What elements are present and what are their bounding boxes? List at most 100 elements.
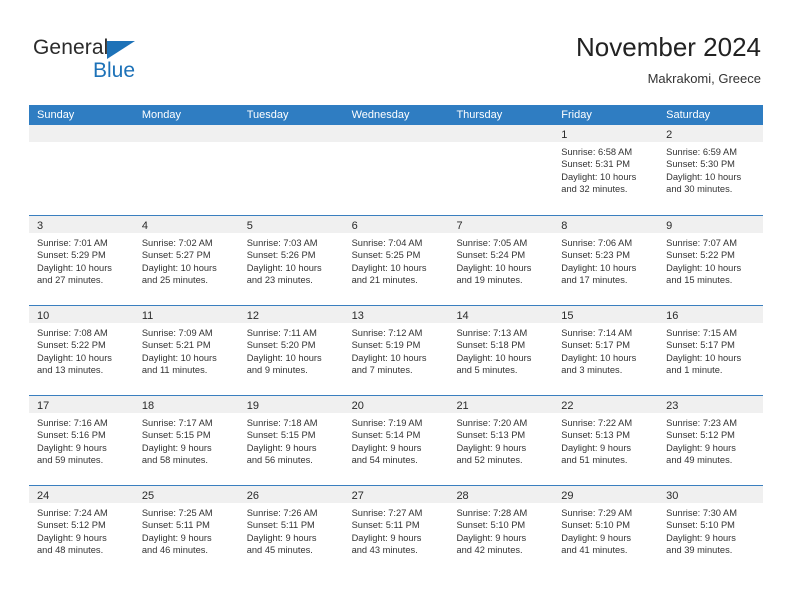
day-details: Sunrise: 7:27 AM Sunset: 5:11 PM Daylight:… xyxy=(344,503,449,556)
day-number-bar: 5 xyxy=(238,216,344,233)
calendar-day-cell-empty xyxy=(29,125,134,215)
day-detail-line: Daylight: 9 hours xyxy=(351,532,422,543)
day-number: 17 xyxy=(37,400,50,412)
day-detail-line: Sunrise: 7:28 AM xyxy=(456,508,528,518)
day-number: 28 xyxy=(456,490,469,502)
calendar-day-cell[interactable]: 20 Sunrise: 7:19 AM Sunset: 5:14 PM Dayligh… xyxy=(343,396,449,485)
calendar-day-cell[interactable]: 28 Sunrise: 7:28 AM Sunset: 5:10 PM Dayligh… xyxy=(448,486,554,575)
day-number-bar: 3 xyxy=(29,216,134,233)
day-detail-line: Daylight: 10 hours xyxy=(351,262,427,273)
calendar-day-cell[interactable]: 27 Sunrise: 7:27 AM Sunset: 5:11 PM Dayligh… xyxy=(343,486,449,575)
calendar-day-cell[interactable]: 23 Sunrise: 7:23 AM Sunset: 5:12 PM Dayligh… xyxy=(658,396,764,485)
day-detail-line: and 1 minute. xyxy=(666,364,723,375)
day-detail-line: Daylight: 9 hours xyxy=(456,532,527,543)
day-detail-line: Sunset: 5:17 PM xyxy=(561,340,631,351)
day-detail-line: Sunrise: 7:04 AM xyxy=(351,238,423,248)
day-detail-line: and 51 minutes. xyxy=(561,454,628,465)
day-detail-line: and 27 minutes. xyxy=(37,274,104,285)
day-detail-line: Sunrise: 7:12 AM xyxy=(351,328,423,338)
day-number: 21 xyxy=(456,400,469,412)
day-detail-line: Sunrise: 7:11 AM xyxy=(246,328,317,338)
calendar-day-cell[interactable]: 19 Sunrise: 7:18 AM Sunset: 5:15 PM Dayligh… xyxy=(238,396,344,485)
day-detail-line: Daylight: 10 hours xyxy=(246,352,322,363)
day-detail-line: Daylight: 9 hours xyxy=(37,442,107,453)
day-detail-line: and 49 minutes. xyxy=(666,454,733,465)
day-details xyxy=(448,142,553,146)
day-number-bar: 30 xyxy=(658,486,764,503)
day-detail-line: Sunset: 5:17 PM xyxy=(666,340,735,351)
day-detail-line: Daylight: 9 hours xyxy=(666,532,736,543)
calendar-day-cell[interactable]: 5 Sunrise: 7:03 AM Sunset: 5:26 PM Daylight… xyxy=(238,216,344,305)
calendar-day-cell[interactable]: 17 Sunrise: 7:16 AM Sunset: 5:16 PM Dayligh… xyxy=(29,396,134,485)
day-details: Sunrise: 7:25 AM Sunset: 5:11 PM Daylight:… xyxy=(134,503,239,556)
day-details: Sunrise: 7:17 AM Sunset: 5:15 PM Daylight:… xyxy=(134,413,239,466)
day-detail-line: and 41 minutes. xyxy=(561,544,628,555)
day-detail-line: Sunset: 5:10 PM xyxy=(666,520,735,531)
calendar-day-cell[interactable]: 26 Sunrise: 7:26 AM Sunset: 5:11 PM Dayligh… xyxy=(238,486,344,575)
day-number-bar xyxy=(133,125,239,142)
day-detail-line: and 42 minutes. xyxy=(456,544,523,555)
calendar-day-cell[interactable]: 13 Sunrise: 7:12 AM Sunset: 5:19 PM Dayligh… xyxy=(343,306,449,395)
day-detail-line: and 3 minutes. xyxy=(561,364,623,375)
day-detail-line: and 39 minutes. xyxy=(666,544,733,555)
calendar-day-cell[interactable]: 1 Sunrise: 6:58 AM Sunset: 5:31 PM Daylight… xyxy=(553,125,659,215)
day-number-bar: 11 xyxy=(133,306,239,323)
day-number-bar: 17 xyxy=(29,396,134,413)
day-number-bar: 4 xyxy=(133,216,239,233)
calendar-day-cell[interactable]: 9 Sunrise: 7:07 AM Sunset: 5:22 PM Daylight… xyxy=(658,216,764,305)
calendar-day-cell[interactable]: 15 Sunrise: 7:14 AM Sunset: 5:17 PM Dayligh… xyxy=(553,306,659,395)
day-number: 23 xyxy=(666,400,679,412)
calendar-day-cell[interactable]: 24 Sunrise: 7:24 AM Sunset: 5:12 PM Dayligh… xyxy=(29,486,134,575)
calendar-day-cell[interactable]: 7 Sunrise: 7:05 AM Sunset: 5:24 PM Daylight… xyxy=(448,216,554,305)
calendar-day-cell[interactable]: 30 Sunrise: 7:30 AM Sunset: 5:10 PM Dayligh… xyxy=(658,486,764,575)
day-detail-line: Sunrise: 7:19 AM xyxy=(351,418,423,428)
calendar-day-cell[interactable]: 25 Sunrise: 7:25 AM Sunset: 5:11 PM Dayligh… xyxy=(133,486,239,575)
day-details xyxy=(239,142,344,146)
day-number-bar: 13 xyxy=(343,306,449,323)
day-detail-line: Sunset: 5:21 PM xyxy=(141,340,211,351)
calendar-week-row: 1 Sunrise: 6:58 AM Sunset: 5:31 PM Daylight… xyxy=(29,125,764,215)
calendar-day-cell[interactable]: 10 Sunrise: 7:08 AM Sunset: 5:22 PM Dayligh… xyxy=(29,306,134,395)
calendar-day-cell[interactable]: 3 Sunrise: 7:01 AM Sunset: 5:29 PM Daylight… xyxy=(29,216,134,305)
calendar-day-cell[interactable]: 14 Sunrise: 7:13 AM Sunset: 5:18 PM Dayligh… xyxy=(448,306,554,395)
day-number-bar: 8 xyxy=(553,216,659,233)
day-number: 1 xyxy=(561,129,568,141)
day-number-bar: 23 xyxy=(658,396,764,413)
calendar-day-cell[interactable]: 21 Sunrise: 7:20 AM Sunset: 5:13 PM Dayligh… xyxy=(448,396,554,485)
day-detail-line: Sunset: 5:13 PM xyxy=(561,430,631,441)
day-details: Sunrise: 7:15 AM Sunset: 5:17 PM Daylight:… xyxy=(658,323,763,376)
day-detail-line: Daylight: 10 hours xyxy=(141,352,217,363)
calendar-day-cell[interactable]: 4 Sunrise: 7:02 AM Sunset: 5:27 PM Daylight… xyxy=(133,216,239,305)
calendar-day-cell[interactable]: 2 Sunrise: 6:59 AM Sunset: 5:30 PM Daylight… xyxy=(658,125,764,215)
day-number-bar: 29 xyxy=(553,486,659,503)
day-number-bar: 15 xyxy=(553,306,659,323)
calendar-day-cell-empty xyxy=(133,125,239,215)
general-blue-logo[interactable]: General Blue xyxy=(33,35,193,91)
day-details: Sunrise: 7:01 AM Sunset: 5:29 PM Daylight:… xyxy=(29,233,134,286)
day-detail-line: Sunset: 5:24 PM xyxy=(456,250,526,261)
calendar-day-cell[interactable]: 11 Sunrise: 7:09 AM Sunset: 5:21 PM Dayligh… xyxy=(133,306,239,395)
page-header: General Blue November 2024 Makrakomi, Gr… xyxy=(29,30,763,100)
day-detail-line: Sunset: 5:15 PM xyxy=(141,430,211,441)
calendar-day-cell[interactable]: 8 Sunrise: 7:06 AM Sunset: 5:23 PM Daylight… xyxy=(553,216,659,305)
logo-text-blue: Blue xyxy=(93,59,136,82)
day-number: 5 xyxy=(246,220,253,232)
day-detail-line: Sunrise: 7:15 AM xyxy=(666,328,737,338)
day-detail-line: Daylight: 10 hours xyxy=(666,171,742,182)
calendar-day-cell[interactable]: 22 Sunrise: 7:22 AM Sunset: 5:13 PM Dayligh… xyxy=(553,396,659,485)
calendar-day-cell[interactable]: 16 Sunrise: 7:15 AM Sunset: 5:17 PM Dayligh… xyxy=(658,306,764,395)
day-detail-line: Sunset: 5:11 PM xyxy=(351,520,420,531)
calendar-day-cell[interactable]: 12 Sunrise: 7:11 AM Sunset: 5:20 PM Dayligh… xyxy=(238,306,344,395)
calendar-day-cell[interactable]: 6 Sunrise: 7:04 AM Sunset: 5:25 PM Daylight… xyxy=(343,216,449,305)
day-number-bar xyxy=(29,125,134,142)
calendar-day-cell[interactable]: 18 Sunrise: 7:17 AM Sunset: 5:15 PM Dayligh… xyxy=(133,396,239,485)
day-detail-line: Sunrise: 7:20 AM xyxy=(456,418,528,428)
day-details: Sunrise: 7:19 AM Sunset: 5:14 PM Daylight:… xyxy=(344,413,449,466)
day-detail-line: and 58 minutes. xyxy=(141,454,209,465)
day-detail-line: Daylight: 10 hours xyxy=(456,352,532,363)
day-number: 29 xyxy=(561,490,574,502)
day-detail-line: Sunset: 5:11 PM xyxy=(141,520,210,531)
day-detail-line: Sunrise: 7:16 AM xyxy=(37,418,108,428)
day-number-bar: 26 xyxy=(238,486,344,503)
calendar-day-cell[interactable]: 29 Sunrise: 7:29 AM Sunset: 5:10 PM Dayligh… xyxy=(553,486,659,575)
